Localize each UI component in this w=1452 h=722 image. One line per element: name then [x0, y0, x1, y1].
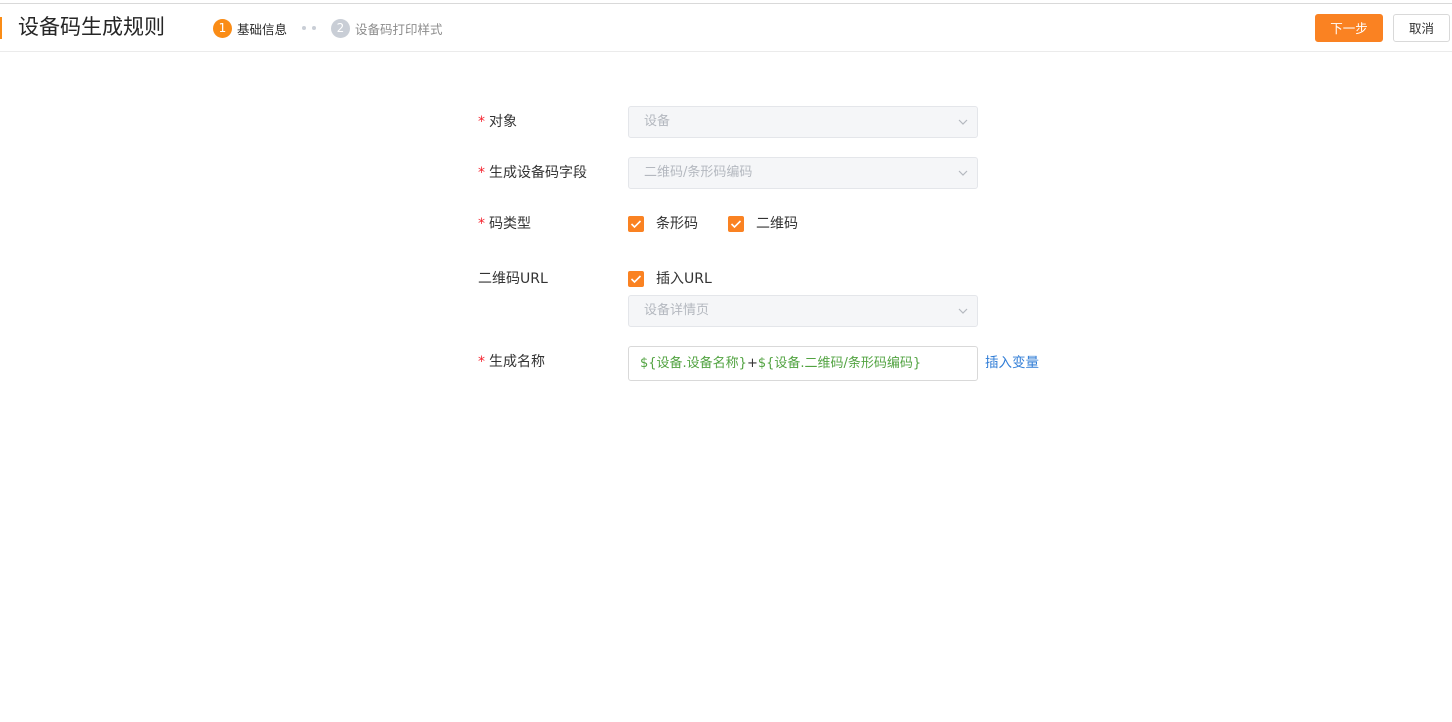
check-icon: [630, 220, 642, 229]
qr-url-page-select[interactable]: 设备详情页: [628, 295, 978, 327]
qrcode-checkbox[interactable]: [728, 216, 744, 232]
title-accent-bar: [0, 17, 2, 39]
check-icon: [730, 220, 742, 229]
required-mark: *: [478, 165, 485, 181]
qr-url-page-select-value: 设备详情页: [644, 303, 710, 318]
qr-url-label: 二维码URL: [478, 271, 548, 287]
insert-variable-link[interactable]: 插入变量: [985, 353, 1039, 373]
qrcode-checkbox-label[interactable]: 二维码: [756, 214, 798, 234]
check-icon: [630, 275, 642, 284]
step-label: 设备码打印样式: [355, 21, 443, 37]
required-mark: *: [478, 216, 485, 232]
code-field-select-value: 二维码/条形码编码: [644, 165, 753, 180]
page-header: 设备码生成规则 1 基础信息 2 设备码打印样式 下一步 取消: [0, 4, 1452, 52]
chevron-down-icon: [958, 308, 968, 314]
chevron-down-icon: [958, 170, 968, 176]
step-number: 2: [331, 18, 350, 38]
code-variable: ${设备.二维码/条形码编码}: [757, 356, 922, 371]
cancel-button[interactable]: 取消: [1393, 14, 1450, 42]
concat-operator: +: [746, 356, 758, 371]
required-mark: *: [478, 354, 485, 370]
page-title: 设备码生成规则: [18, 15, 165, 39]
chevron-down-icon: [958, 119, 968, 125]
barcode-checkbox[interactable]: [628, 216, 644, 232]
gen-name-value: ${设备.设备名称}+${设备.二维码/条形码编码}: [640, 347, 921, 380]
insert-url-checkbox-label[interactable]: 插入URL: [656, 269, 712, 289]
object-select-value: 设备: [644, 114, 671, 129]
object-select[interactable]: 设备: [628, 106, 978, 138]
gen-name-input[interactable]: ${设备.设备名称}+${设备.二维码/条形码编码}: [628, 346, 978, 381]
code-field-select[interactable]: 二维码/条形码编码: [628, 157, 978, 189]
name-variable: ${设备.设备名称}: [640, 356, 747, 371]
gen-name-label: * 生成名称: [478, 354, 545, 370]
required-mark: *: [478, 114, 485, 130]
code-type-label: * 码类型: [478, 216, 531, 232]
step-separator: [302, 26, 316, 30]
object-label: * 对象: [478, 114, 517, 130]
step-print-style: 2 设备码打印样式: [331, 18, 443, 38]
step-number: 1: [213, 18, 232, 38]
code-field-label: * 生成设备码字段: [478, 165, 587, 181]
barcode-checkbox-label[interactable]: 条形码: [656, 214, 698, 234]
step-label: 基础信息: [237, 21, 288, 37]
step-basic-info: 1 基础信息: [213, 18, 287, 38]
insert-url-checkbox[interactable]: [628, 271, 644, 287]
next-button[interactable]: 下一步: [1315, 14, 1383, 42]
